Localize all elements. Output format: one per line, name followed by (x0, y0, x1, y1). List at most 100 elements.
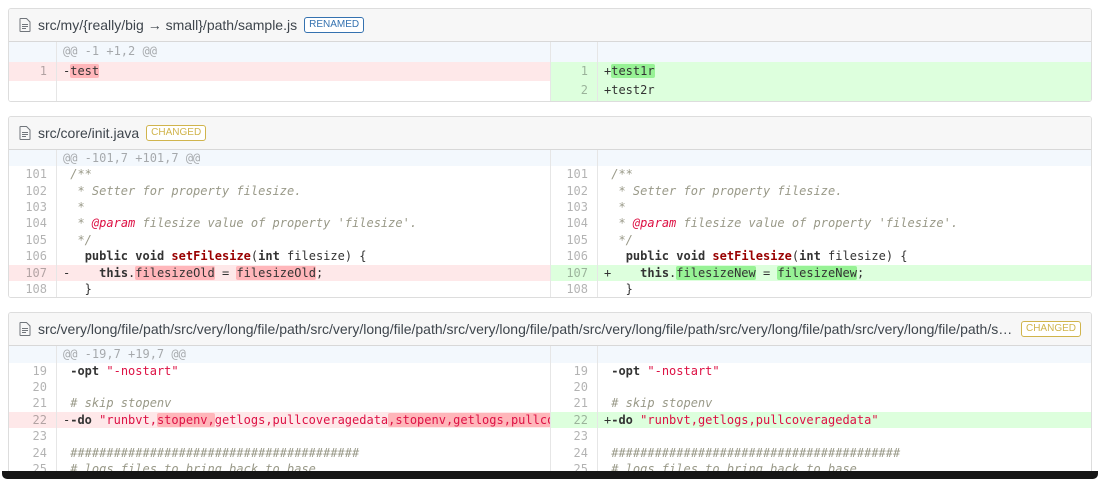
code-token: this (640, 265, 670, 280)
code-token: filesizeNew (676, 265, 756, 280)
hunk-header-row: @@ -1 +1,2 @@ (9, 42, 550, 62)
code-token: filesize value of property 'filesize'. (676, 216, 959, 231)
line-number: 24 (9, 444, 57, 462)
diff-viewer: src/my/{really/big → small}/path/sample.… (0, 0, 1100, 479)
diff-line-row: 108 } (550, 280, 1091, 298)
code-token: filesize) { (279, 249, 367, 264)
file-icon (19, 322, 31, 337)
code-line: ######################################## (57, 445, 550, 461)
file-name: src/very/long/file/path/src/very/long/fi… (38, 321, 1014, 338)
code-line: # skip stopenv (57, 395, 550, 411)
file-diff-3: src/very/long/file/path/src/very/long/fi… (8, 312, 1092, 479)
hunk-header: @@ -19,7 +19,7 @@ (57, 346, 550, 363)
file-header: src/very/long/file/path/src/very/long/fi… (9, 313, 1091, 347)
diff-line-row: 108 } (9, 280, 550, 298)
code-token: "runbvt,getlogs,pullcoveragedata" (640, 412, 879, 427)
line-number: 102 (550, 182, 598, 199)
diff-line-row (9, 81, 550, 101)
code-line (57, 81, 550, 101)
code-line: * Setter for property filesize. (598, 183, 1091, 199)
code-line: */ (57, 232, 550, 248)
diff-pane-left: @@ -101,7 +101,7 @@ 101 /** 102 * Setter f… (9, 149, 550, 298)
diff-line-row: 23 (9, 428, 550, 445)
code-line: * (57, 199, 550, 215)
code-line: -opt "-nostart" (57, 363, 550, 379)
code-token: * (70, 216, 92, 231)
code-token: @param (91, 216, 136, 231)
line-number: 23 (9, 428, 57, 445)
hunk-header-empty (598, 346, 1091, 363)
diff-line-row: 1 -test (9, 61, 550, 82)
file-icon-glyph (19, 125, 31, 140)
diff-line-row: 103 * (550, 198, 1091, 216)
code-token: filesize value of property 'filesize'. (135, 216, 418, 231)
diff-line-row: 106 public void setFilesize(int filesize… (550, 248, 1091, 265)
code-line: ######################################## (598, 445, 1091, 461)
code-token: void (676, 249, 706, 264)
code-token: * (70, 199, 85, 214)
code-token: setFilesize (712, 249, 792, 264)
line-number: 103 (9, 198, 57, 216)
file-name: src/core/init.java (38, 124, 140, 141)
code-token: test (70, 63, 100, 78)
code-token: stopenv, (156, 412, 215, 427)
file-icon (19, 125, 31, 140)
code-token: -do (611, 412, 633, 427)
line-number: 19 (550, 362, 598, 380)
file-status-badge: CHANGED (146, 124, 207, 141)
code-token: test2r (611, 83, 655, 98)
line-number: 103 (550, 198, 598, 216)
file-diff-1: src/my/{really/big → small}/path/sample.… (8, 8, 1092, 102)
code-token: "-nostart" (106, 363, 179, 378)
line-number: 107 (9, 264, 57, 281)
line-number: 2 (550, 81, 598, 101)
line-number: 105 (9, 231, 57, 249)
code-token: */ (611, 232, 633, 247)
line-number: 104 (550, 215, 598, 232)
file-status-badge: CHANGED (1020, 321, 1081, 338)
code-line: +-do "runbvt,getlogs,pullcoveragedata" (598, 411, 1091, 429)
code-token: "runbvt, (99, 412, 157, 427)
file-header: src/core/init.java CHANGED (9, 116, 1091, 150)
line-number: 107 (550, 264, 598, 281)
line-number: 102 (9, 182, 57, 199)
file-icon-glyph (19, 18, 31, 32)
hunk-header-empty (598, 42, 1091, 62)
code-line: */ (598, 232, 1091, 248)
diff-line-row: 107 + this.filesizeNew = filesizeNew; (550, 264, 1091, 281)
hunk-header-row: @@ -101,7 +101,7 @@ (9, 149, 550, 167)
code-line: /** (598, 166, 1091, 182)
line-number: 22 (9, 411, 57, 429)
hunk-header-empty (598, 149, 1091, 167)
diff-line-row: 20 (550, 379, 1091, 396)
code-token: void (135, 249, 165, 264)
line-number: 21 (9, 395, 57, 412)
file-icon (19, 18, 31, 32)
code-token: * Setter for property filesize. (611, 183, 843, 198)
code-line: * @param filesize value of property 'fil… (57, 215, 550, 231)
code-line: +test1r (598, 61, 1091, 82)
code-line: * (598, 199, 1091, 215)
diff-line-row: 24 #####################################… (550, 444, 1091, 462)
code-token: -opt (70, 363, 100, 378)
line-number: 1 (550, 61, 598, 82)
code-token: filesizeNew (777, 265, 857, 280)
code-token: /** (70, 167, 92, 182)
diff-line-row: 101 /** (550, 166, 1091, 183)
code-token: ; (856, 265, 865, 280)
code-token: ######################################## (611, 445, 901, 460)
line-number: 104 (9, 215, 57, 232)
code-line: } (598, 281, 1091, 297)
code-line: - this.filesizeOld = filesizeOld; (57, 264, 550, 281)
code-line: /** (57, 166, 550, 182)
diff-panes: @@ -1 +1,2 @@ 1 -test 1 +test1r 2 +test2r (9, 42, 1091, 101)
line-number: 1 (9, 61, 57, 82)
code-token: filesizeOld (236, 265, 316, 280)
diff-pane-right: 1 +test1r 2 +test2r (550, 42, 1091, 101)
hunk-header: @@ -1 +1,2 @@ (57, 42, 550, 62)
